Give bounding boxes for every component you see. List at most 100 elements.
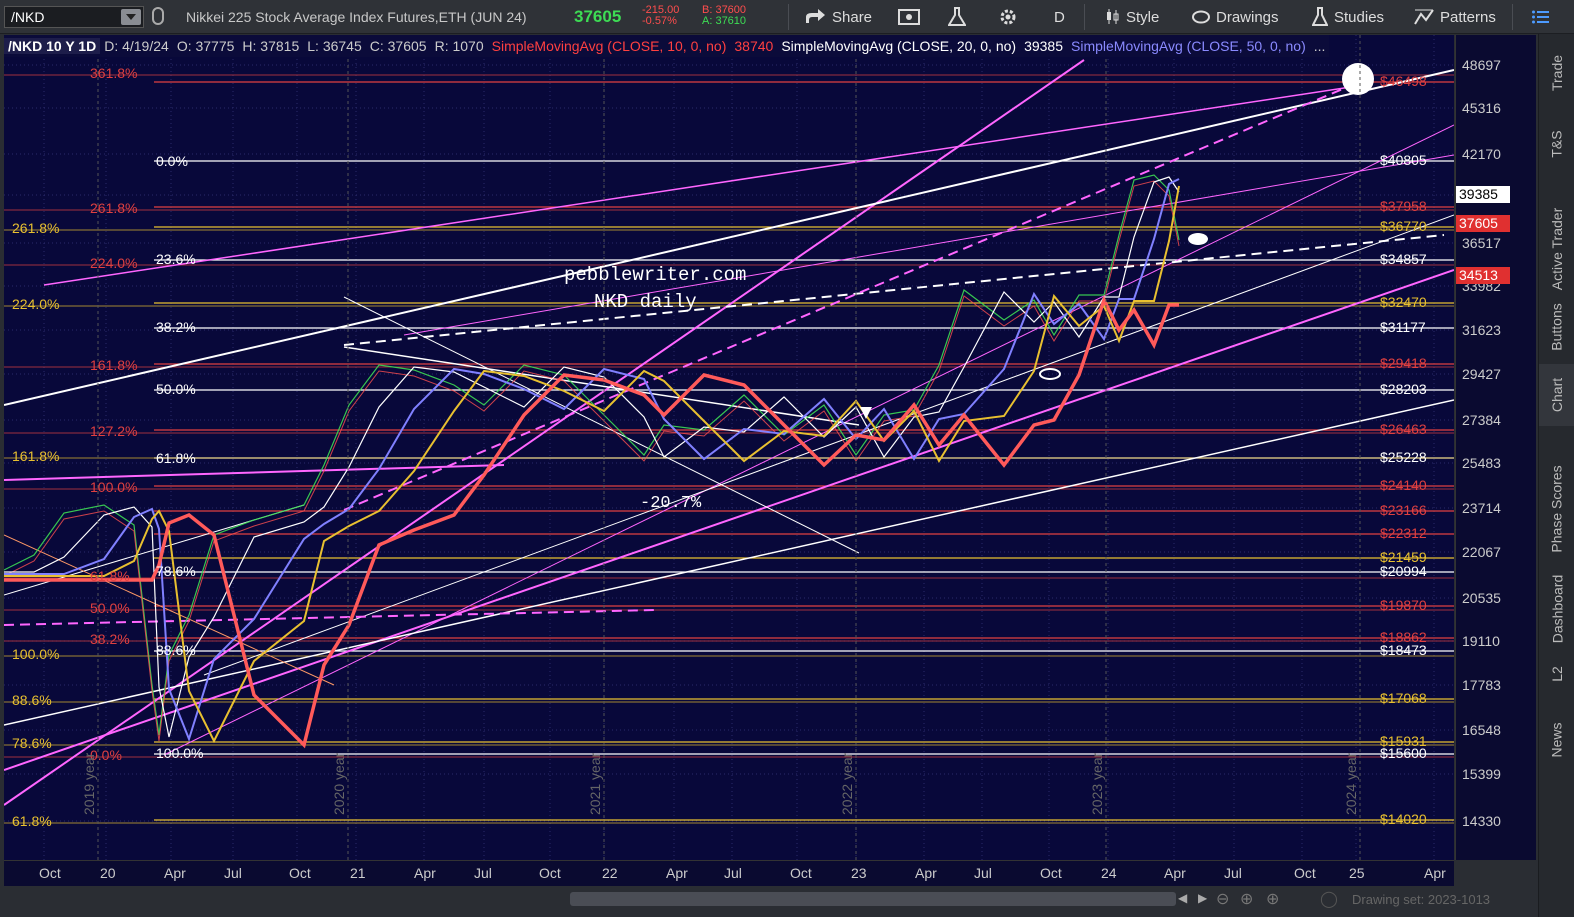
sma50-label[interactable]: SimpleMovingAvg (CLOSE, 50, 0, no) [1067, 38, 1310, 54]
sidebar-tab-label: News [1548, 721, 1565, 758]
price-chart[interactable]: pebblewriter.com NKD daily -20.7% 361.8% 261… [4, 35, 1454, 860]
sidebar-tab-label: Trade [1549, 54, 1565, 92]
fib-label: 161.8% [90, 357, 137, 373]
price-tick: 16548 [1462, 722, 1501, 738]
drawings-button[interactable]: Drawings [1186, 0, 1285, 34]
price-tick: 19110 [1462, 633, 1500, 649]
fib-label: 224.0% [90, 255, 137, 271]
fib-label: 224.0% [12, 296, 59, 312]
chart-title: /NKD 10 Y 1D [4, 38, 101, 54]
price-level-label: $24140 [1380, 477, 1427, 493]
time-tick: Oct [1040, 865, 1062, 881]
fib-label: 50.0% [90, 600, 130, 616]
ohlc-date: D: 4/19/24 [104, 38, 169, 54]
sidebar-tab-chart[interactable]: Chart [1539, 364, 1574, 426]
flask-icon [1312, 7, 1328, 26]
sidebar-tab-l2[interactable]: L2 [1539, 649, 1574, 699]
period-label: D [1054, 8, 1065, 26]
ohlc-high: H: 37815 [242, 38, 300, 54]
symbol-selector[interactable]: /NKD [4, 6, 144, 28]
menu-icon [1532, 10, 1549, 24]
year-marker: 2019 year [81, 752, 97, 815]
share-label: Share [832, 8, 873, 26]
fib-label: 100.0% [156, 745, 203, 761]
sidebar-tab-news[interactable]: News [1539, 702, 1574, 777]
link-icon[interactable] [152, 7, 164, 25]
chevron-down-icon[interactable] [121, 9, 141, 25]
drawing-set-icon[interactable]: ◯ [1320, 889, 1338, 909]
time-tick: Apr [164, 865, 186, 881]
patterns-icon [1414, 9, 1434, 25]
zoom-in-icon[interactable]: ⊕ [1266, 889, 1279, 909]
price-level-label: $36770 [1380, 218, 1427, 234]
chart-canvas[interactable]: pebblewriter.com NKD daily -20.7% 361.8% 261… [4, 35, 1454, 860]
price-axis[interactable]: 4869745316421703938536517339823162329427… [1455, 35, 1536, 860]
time-tick: Jul [224, 865, 242, 881]
fib-label: 127.2% [90, 423, 137, 439]
price-tick: 29427 [1462, 366, 1501, 382]
chart-scrollbar[interactable]: ◀ ▶ ⊖ ⊕ ⊕ ◯ Drawing set: 2023-1013 [4, 888, 1534, 910]
price-level-label: $31177 [1380, 319, 1426, 335]
style-button[interactable]: Style [1098, 0, 1165, 34]
crosshair-icon[interactable]: ⊕ [1240, 889, 1253, 909]
ohlc-close: C: 37605 [369, 38, 427, 54]
sma20-label[interactable]: SimpleMovingAvg (CLOSE, 20, 0, no) [777, 38, 1020, 54]
share-button[interactable]: Share [798, 0, 878, 34]
price-tick: 31623 [1462, 322, 1501, 338]
scroll-right-arrow[interactable]: ▶ [1198, 891, 1207, 905]
time-tick: Oct [539, 865, 561, 881]
year-marker: 2024 year [1343, 752, 1359, 815]
share-icon [806, 9, 825, 23]
price-level-label: $18473 [1380, 642, 1427, 658]
sma10-label[interactable]: SimpleMovingAvg (CLOSE, 10, 0, no) [488, 38, 731, 54]
fib-label: 88.6% [12, 692, 52, 708]
sidebar-tab-buttons[interactable]: Buttons [1539, 289, 1574, 364]
year-marker: 2023 year [1089, 752, 1105, 815]
time-tick: Jul [474, 865, 492, 881]
patterns-button[interactable]: Patterns [1408, 0, 1502, 34]
toolbar-divider [1084, 4, 1085, 30]
fib-label: 78.6% [12, 735, 52, 751]
scroll-left-arrow[interactable]: ◀ [1178, 891, 1187, 905]
symbol-description: Nikkei 225 Stock Average Index Futures,E… [186, 9, 527, 25]
year-marker: 2020 year [331, 752, 347, 815]
time-axis[interactable]: Oct 20 Apr Jul Oct 21 Apr Jul Oct 22 Apr Jul Oct 23 Ap… [4, 860, 1454, 886]
price-tick: 36517 [1462, 235, 1501, 251]
studies-label: Studies [1334, 8, 1385, 26]
sidebar-tab-label: T&S [1548, 130, 1565, 158]
sidebar-tab-dashboard[interactable]: Dashboard [1539, 554, 1574, 664]
time-tick: Apr [666, 865, 688, 881]
price-tick: 22067 [1462, 544, 1501, 560]
sidebar-tab-label: Active Trader [1549, 207, 1566, 291]
candlestick-icon [1107, 9, 1119, 24]
settings-button[interactable] [992, 0, 1024, 34]
price-level-label: $29418 [1380, 355, 1427, 371]
zoom-out-icon[interactable]: ⊖ [1216, 889, 1229, 909]
price-level-label: $14020 [1380, 811, 1427, 827]
flask-button[interactable] [942, 0, 972, 34]
period-button[interactable]: D [1048, 0, 1071, 34]
trend-line [4, 269, 1454, 771]
sidebar-tab-trade[interactable]: Trade [1539, 38, 1574, 108]
ellipse-icon [1192, 10, 1210, 24]
price-tick: 23714 [1462, 500, 1501, 516]
scroll-thumb[interactable] [570, 892, 1176, 906]
price-tick: 14330 [1462, 813, 1501, 829]
gear-icon [1000, 9, 1016, 25]
snapshot-button[interactable] [892, 0, 926, 34]
time-tick: Oct [39, 865, 61, 881]
ask-price: A: 37610 [702, 15, 747, 27]
menu-button[interactable] [1526, 0, 1556, 34]
more-studies[interactable]: ... [1310, 38, 1330, 54]
style-label: Style [1126, 8, 1160, 26]
sidebar-tab-t-s[interactable]: T&S [1539, 114, 1574, 174]
ohlc-open: O: 37775 [176, 38, 235, 54]
drop-label: -20.7% [640, 494, 702, 513]
sidebar-tab-label: Phase Scores [1549, 465, 1566, 553]
watermark-text: NKD daily [594, 291, 697, 313]
trend-line [4, 464, 505, 481]
trend-line [4, 69, 1454, 406]
price-tick: 20535 [1462, 590, 1501, 606]
sma10-value: 38740 [734, 38, 774, 54]
studies-button[interactable]: Studies [1306, 0, 1390, 34]
